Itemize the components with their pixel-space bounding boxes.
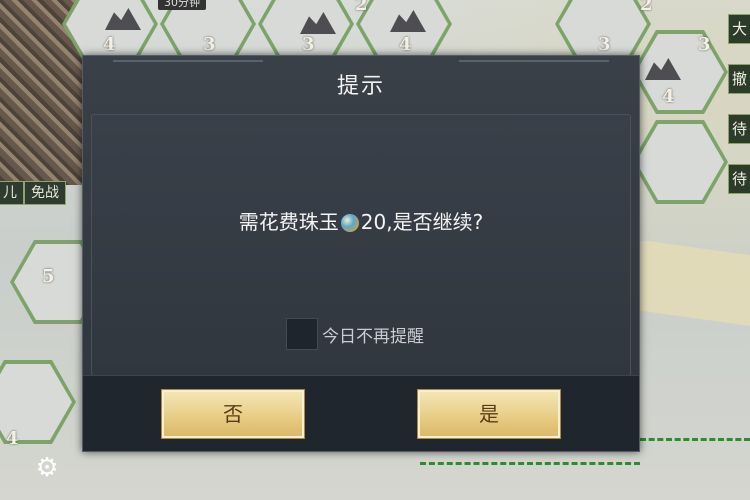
map-tag[interactable]: 儿 xyxy=(0,181,24,205)
territory-border xyxy=(640,438,750,441)
tile-level: 4 xyxy=(103,34,116,55)
side-tab[interactable]: 待 xyxy=(728,114,750,144)
map-tile[interactable] xyxy=(632,30,728,114)
message-suffix: 20,是否继续? xyxy=(360,210,484,234)
tile-level: 3 xyxy=(302,34,315,55)
dialog-title: 提示 xyxy=(336,74,385,99)
tile-level: 3 xyxy=(203,34,216,55)
tile-level: 5 xyxy=(42,266,55,287)
top-timer: 30分钟 xyxy=(158,0,206,10)
tile-level: 4 xyxy=(662,86,675,107)
side-tab[interactable]: 大 xyxy=(728,14,750,44)
tile-level: 2 xyxy=(640,0,653,15)
dialog-message: 需花费珠玉 20,是否继续? xyxy=(83,206,639,235)
tile-level: 2 xyxy=(355,0,368,15)
no-button[interactable]: 否 xyxy=(161,389,305,439)
side-tab[interactable]: 撤 xyxy=(728,64,750,94)
confirm-dialog: 提示 需花费珠玉 20,是否继续? 今日不再提醒 否 是 xyxy=(82,55,640,452)
dialog-header: 提示 xyxy=(83,56,639,108)
message-prefix: 需花费珠玉 xyxy=(238,210,339,234)
dont-remind-row[interactable]: 今日不再提醒 xyxy=(286,318,424,350)
gear-icon[interactable]: ⚙ xyxy=(34,455,60,481)
truce-tag[interactable]: 免战 xyxy=(24,181,66,205)
territory-border xyxy=(420,462,640,465)
dont-remind-label[interactable]: 今日不再提醒 xyxy=(322,322,424,347)
tile-level: 3 xyxy=(698,34,711,55)
tile-level: 4 xyxy=(399,34,412,55)
yes-button[interactable]: 是 xyxy=(417,389,561,439)
dont-remind-checkbox[interactable] xyxy=(286,318,318,350)
side-tab[interactable]: 待 xyxy=(728,164,750,194)
map-tile[interactable] xyxy=(632,120,728,204)
pearl-jade-icon xyxy=(340,214,359,232)
tile-level: 3 xyxy=(598,34,611,55)
dialog-footer: 否 是 xyxy=(83,375,639,451)
tile-level: 4 xyxy=(6,428,19,449)
